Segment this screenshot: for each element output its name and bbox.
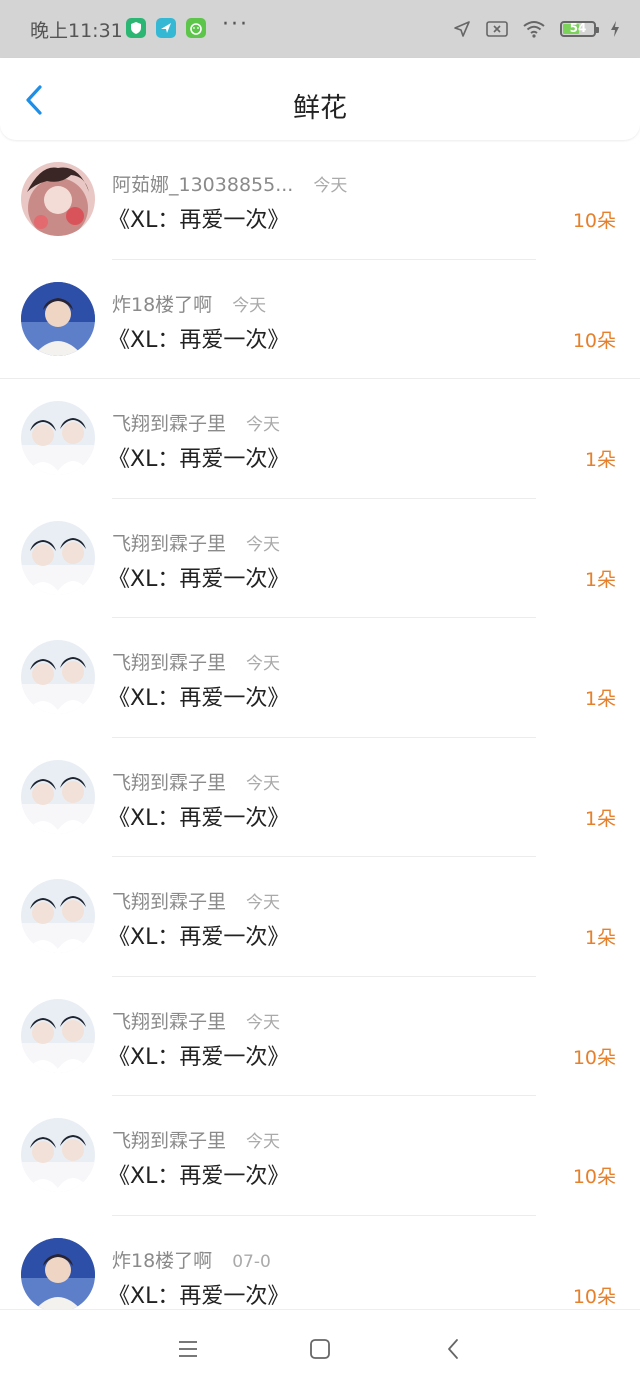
avatar[interactable] bbox=[21, 1118, 95, 1192]
username[interactable]: 阿茹娜_13038855... bbox=[112, 174, 293, 196]
no-sim-icon bbox=[486, 21, 508, 37]
wifi-icon bbox=[523, 21, 545, 38]
username[interactable]: 飞翔到霖子里 bbox=[112, 772, 226, 794]
flower-amount: 1朵 bbox=[584, 449, 616, 471]
home-square-icon[interactable] bbox=[308, 1337, 332, 1361]
avatar[interactable] bbox=[21, 640, 95, 714]
list-item[interactable]: 飞翔到霖子里 今天 《XL：再爱一次》 1朵 bbox=[0, 379, 640, 499]
name-line: 飞翔到霖子里 今天 bbox=[112, 648, 280, 675]
work-title[interactable]: 《XL：再爱一次》 bbox=[108, 441, 289, 473]
avatar[interactable] bbox=[21, 998, 95, 1073]
status-right-icons: 54 bbox=[452, 17, 620, 41]
flower-amount: 1朵 bbox=[584, 807, 616, 830]
status-time: 晚上11:31 bbox=[30, 20, 123, 42]
list-item[interactable]: 阿茹娜_13038855... 今天 《XL：再爱一次》 10朵 bbox=[0, 140, 640, 260]
date-label: 07-0 bbox=[232, 1251, 271, 1272]
username[interactable]: 飞翔到霖子里 bbox=[112, 652, 226, 674]
username[interactable]: 飞翔到霖子里 bbox=[112, 1130, 226, 1152]
android-app-icon bbox=[186, 18, 206, 38]
work-title[interactable]: 《XL：再爱一次》 bbox=[108, 1278, 289, 1310]
header: 鲜花 bbox=[0, 58, 640, 140]
list-item[interactable]: 炸18楼了啊 今天 《XL：再爱一次》 10朵 bbox=[0, 260, 640, 379]
flower-amount: 10朵 bbox=[572, 1166, 616, 1188]
date-label: 今天 bbox=[232, 295, 267, 316]
list-item[interactable]: 飞翔到霖子里 今天 《XL：再爱一次》 1朵 bbox=[0, 618, 640, 738]
avatar[interactable] bbox=[21, 401, 95, 475]
name-line: 炸18楼了啊 07-0 bbox=[112, 1246, 271, 1273]
username[interactable]: 炸18楼了啊 bbox=[112, 1250, 212, 1272]
username[interactable]: 飞翔到霖子里 bbox=[112, 533, 226, 555]
date-label: 今天 bbox=[313, 176, 348, 196]
work-title[interactable]: 《XL：再爱一次》 bbox=[108, 322, 289, 354]
flower-record-list: 阿茹娜_13038855... 今天 《XL：再爱一次》 10朵 炸18楼了啊 今天… bbox=[0, 140, 640, 1335]
avatar[interactable] bbox=[21, 520, 95, 595]
list-item[interactable]: 飞翔到霖子里 今天 《XL：再爱一次》 1朵 bbox=[0, 499, 640, 618]
battery-icon: 54 bbox=[560, 21, 599, 37]
list-item[interactable]: 飞翔到霖子里 今天 《XL：再爱一次》 10朵 bbox=[0, 977, 640, 1096]
battery-percent: 54 bbox=[569, 21, 587, 35]
name-line: 阿茹娜_13038855... 今天 bbox=[112, 170, 347, 197]
name-line: 飞翔到霖子里 今天 bbox=[112, 1007, 280, 1034]
date-label: 今天 bbox=[246, 654, 281, 674]
work-title[interactable]: 《XL：再爱一次》 bbox=[108, 680, 289, 712]
date-label: 今天 bbox=[246, 1012, 281, 1033]
username[interactable]: 炸18楼了啊 bbox=[112, 294, 212, 316]
avatar[interactable] bbox=[21, 879, 95, 953]
more-dots-icon: ··· bbox=[222, 12, 249, 37]
name-line: 飞翔到霖子里 今天 bbox=[112, 768, 280, 795]
charging-bolt-icon bbox=[611, 21, 619, 37]
send-app-icon bbox=[156, 18, 176, 38]
name-line: 飞翔到霖子里 今天 bbox=[112, 1126, 280, 1153]
date-label: 今天 bbox=[246, 1132, 281, 1152]
flower-amount: 10朵 bbox=[572, 1285, 616, 1308]
avatar[interactable] bbox=[21, 281, 95, 356]
username[interactable]: 飞翔到霖子里 bbox=[112, 891, 226, 913]
work-title[interactable]: 《XL：再爱一次》 bbox=[108, 561, 289, 593]
avatar[interactable] bbox=[21, 759, 95, 834]
date-label: 今天 bbox=[246, 534, 281, 555]
list-item[interactable]: 飞翔到霖子里 今天 《XL：再爱一次》 1朵 bbox=[0, 738, 640, 857]
flower-amount: 1朵 bbox=[584, 927, 616, 949]
menu-icon[interactable] bbox=[176, 1337, 200, 1361]
avatar[interactable] bbox=[21, 1237, 95, 1312]
list-item[interactable]: 飞翔到霖子里 今天 《XL：再爱一次》 10朵 bbox=[0, 1096, 640, 1216]
shield-app-icon bbox=[126, 18, 146, 38]
flower-amount: 10朵 bbox=[572, 1046, 616, 1069]
name-line: 炸18楼了啊 今天 bbox=[112, 290, 266, 317]
status-bar: 晚上11:31 ··· 54 bbox=[0, 0, 640, 58]
date-label: 今天 bbox=[246, 893, 281, 913]
username[interactable]: 飞翔到霖子里 bbox=[112, 413, 226, 435]
page-title: 鲜花 bbox=[293, 93, 347, 124]
system-nav-bar bbox=[0, 1309, 640, 1388]
name-line: 飞翔到霖子里 今天 bbox=[112, 409, 280, 436]
work-title[interactable]: 《XL：再爱一次》 bbox=[108, 800, 289, 832]
list-item[interactable]: 飞翔到霖子里 今天 《XL：再爱一次》 1朵 bbox=[0, 857, 640, 977]
work-title[interactable]: 《XL：再爱一次》 bbox=[108, 1039, 289, 1071]
flower-amount: 10朵 bbox=[572, 329, 616, 352]
avatar[interactable] bbox=[21, 162, 95, 236]
back-triangle-icon[interactable] bbox=[442, 1337, 466, 1361]
date-label: 今天 bbox=[246, 415, 281, 435]
flower-amount: 1朵 bbox=[584, 568, 616, 591]
name-line: 飞翔到霖子里 今天 bbox=[112, 887, 280, 914]
work-title[interactable]: 《XL：再爱一次》 bbox=[108, 919, 289, 951]
work-title[interactable]: 《XL：再爱一次》 bbox=[108, 202, 289, 234]
flower-amount: 10朵 bbox=[572, 210, 616, 232]
date-label: 今天 bbox=[246, 773, 281, 794]
name-line: 飞翔到霖子里 今天 bbox=[112, 529, 280, 556]
flower-amount: 1朵 bbox=[584, 688, 616, 710]
username[interactable]: 飞翔到霖子里 bbox=[112, 1011, 226, 1033]
location-arrow-icon bbox=[454, 21, 470, 37]
work-title[interactable]: 《XL：再爱一次》 bbox=[108, 1158, 289, 1190]
